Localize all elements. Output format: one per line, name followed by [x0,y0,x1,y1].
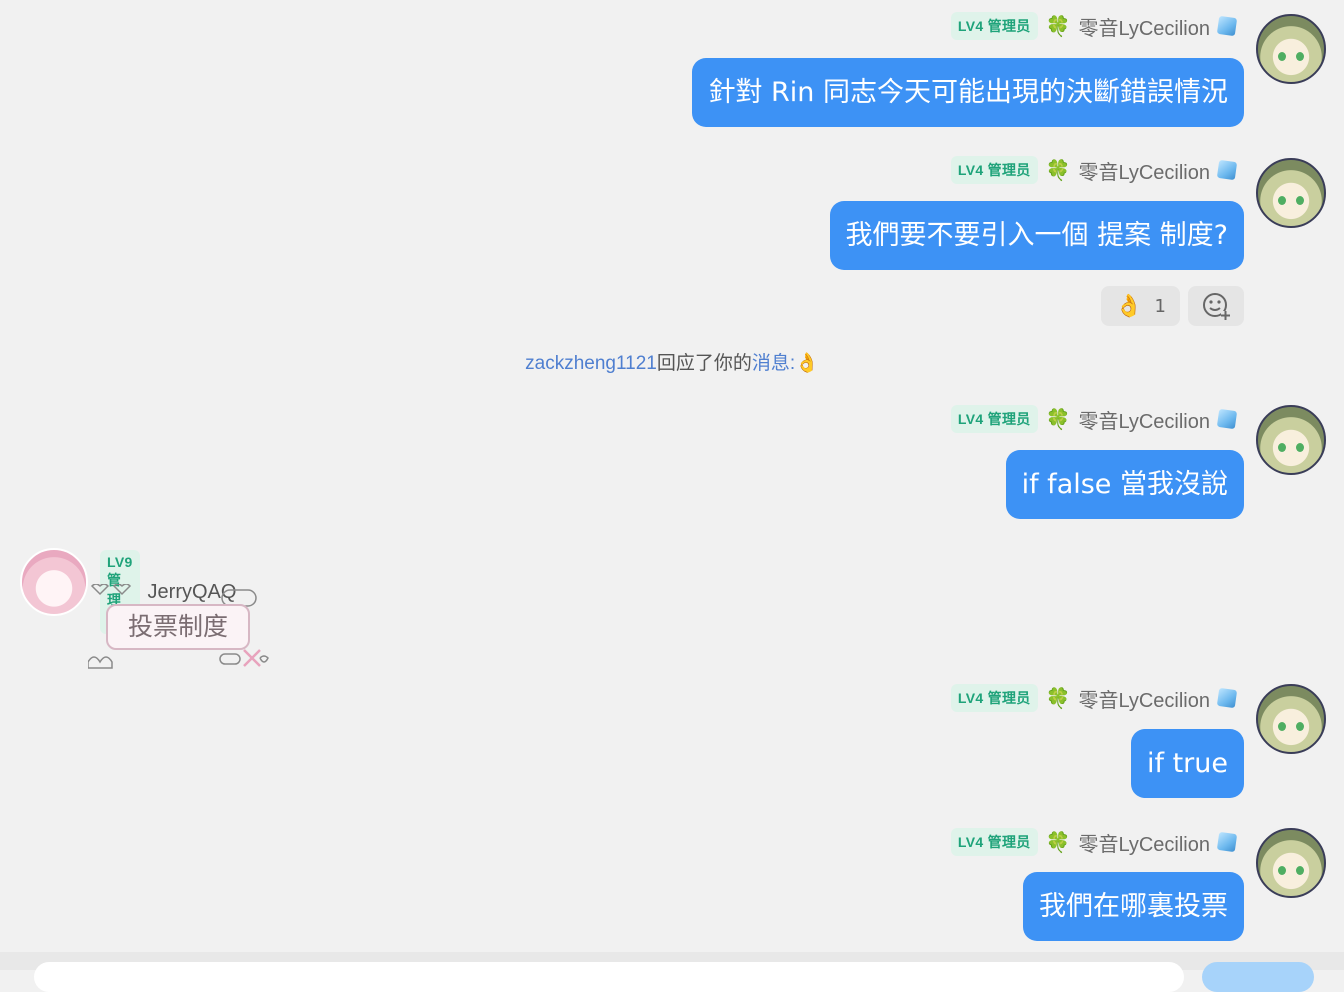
add-emoji-icon [1203,293,1230,320]
avatar-eye [1278,866,1286,875]
ice-cube-icon [1216,159,1238,181]
sender-name[interactable]: 零音LyCecilion [1078,828,1210,857]
avatar[interactable] [1256,828,1326,898]
sender-name[interactable]: 零音LyCecilion [1078,684,1210,713]
message-bubble[interactable]: 我們在哪裏投票 [1023,872,1244,941]
avatar-eye [1278,722,1286,731]
ice-cube-icon [1216,408,1238,430]
sender-name[interactable]: 零音LyCecilion [1078,405,1210,434]
send-button[interactable] [1202,962,1314,992]
clover-icon: 🍀 [1045,407,1071,431]
avatar[interactable] [1256,14,1326,84]
level-badge: LV4 管理员 [950,684,1038,712]
clover-icon: 🍀 [1045,686,1071,710]
avatar[interactable] [1256,405,1326,475]
sender-name[interactable]: 零音LyCecilion [1078,12,1210,41]
message-meta: LV4 管理员 🍀 零音LyCecilion [950,156,1238,185]
message-bubble[interactable]: 我們要不要引入一個 提案 制度? [829,201,1244,270]
level-badge: LV4 管理员 [950,12,1038,40]
ice-cube-icon [1216,15,1238,37]
avatar-eye [1296,196,1304,205]
notice-user-link[interactable]: zackzheng1121 [525,353,657,374]
avatar[interactable] [20,548,88,616]
sticker[interactable]: 投票制度 [88,584,272,676]
message-bubble[interactable]: if false 當我沒說 [1005,450,1244,519]
reaction-notice: zackzheng1121回应了你的消息:👌 [0,348,1344,375]
avatar-eye [1296,866,1304,875]
message-meta: LV4 管理员 🍀 零音LyCecilion [950,405,1238,434]
reaction-count: 1 [1154,295,1166,317]
level-badge: LV4 管理员 [950,828,1038,856]
clover-icon: 🍀 [1045,158,1071,182]
ice-cube-icon [1216,687,1238,709]
avatar-eye [1296,722,1304,731]
message-meta: LV4 管理员 🍀 零音LyCecilion [950,12,1238,41]
sticker-text: 投票制度 [106,604,250,650]
avatar[interactable] [1256,158,1326,228]
ok-hand-icon: 👌 [1115,293,1143,319]
avatar-eye [1278,52,1286,61]
add-reaction-button[interactable] [1188,286,1244,326]
ok-hand-icon: 👌 [795,353,819,374]
clover-icon: 🍀 [1045,14,1071,38]
sender-name[interactable]: 零音LyCecilion [1078,156,1210,185]
reaction-bar: 👌 1 [1101,286,1244,326]
notice-message-link[interactable]: 消息: [752,353,795,374]
message-bubble[interactable]: 針對 Rin 同志今天可能出現的決斷錯誤情況 [692,58,1244,127]
clover-icon: 🍀 [1045,830,1071,854]
avatar-eye [1296,443,1304,452]
avatar[interactable] [1256,684,1326,754]
message-input[interactable] [34,962,1184,992]
avatar-eye [1296,52,1304,61]
message-meta: LV4 管理员 🍀 零音LyCecilion [950,828,1238,857]
message-meta: LV4 管理员 🍀 零音LyCecilion [950,684,1238,713]
level-badge: LV4 管理员 [950,405,1038,433]
level-badge: LV4 管理员 [950,156,1038,184]
avatar-eye [1278,196,1286,205]
message-bubble[interactable]: if true [1131,729,1244,798]
notice-text: 回应了你的 [656,353,752,374]
ice-cube-icon [1216,831,1238,853]
reaction-chip[interactable]: 👌 1 [1101,286,1180,326]
avatar-eye [1278,443,1286,452]
